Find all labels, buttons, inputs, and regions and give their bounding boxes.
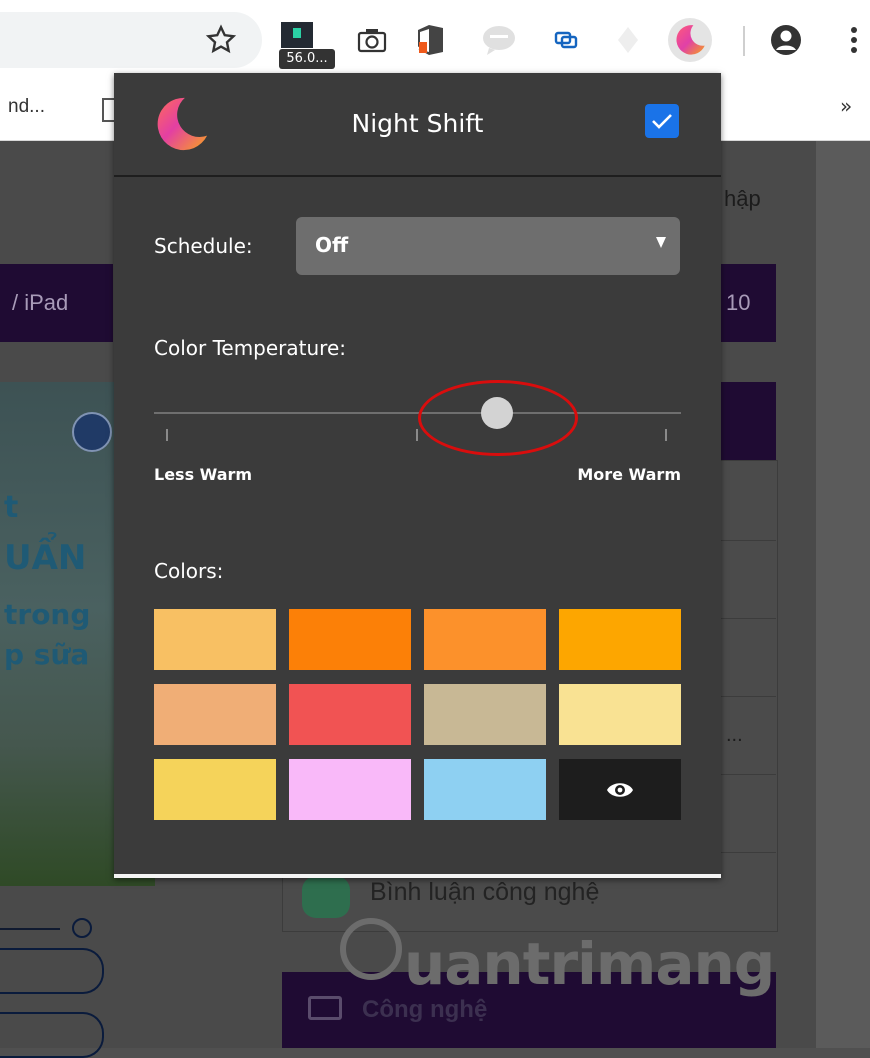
brand-logo [72, 412, 112, 452]
slider-tick [416, 429, 418, 441]
enable-checkbox[interactable] [645, 104, 679, 138]
login-link[interactable]: hập [724, 186, 761, 212]
page-scrollbar-area[interactable] [816, 141, 870, 1048]
eye-icon [607, 782, 633, 797]
ad-text-3: trong [4, 598, 91, 631]
watermark-text: uantrimang [404, 930, 775, 998]
night-shift-popup: Night Shift Schedule: Off Color Temperat… [114, 73, 721, 878]
less-warm-label: Less Warm [154, 465, 253, 484]
form-input[interactable] [0, 1012, 104, 1058]
schedule-label: Schedule: [154, 234, 253, 258]
ad-text-2: UẨN [4, 538, 87, 578]
slider-thumb[interactable] [480, 397, 513, 429]
monitor-icon [308, 996, 342, 1020]
comment-category-icon [302, 876, 350, 918]
browser-toolbar: 56.0... [0, 0, 870, 72]
popup-header: Night Shift [114, 73, 721, 177]
slider-tick [166, 429, 168, 441]
category-button-label: Công nghệ [362, 996, 488, 1023]
checkmark-icon [652, 114, 672, 129]
info-icon[interactable] [72, 918, 92, 938]
color-swatch[interactable] [424, 609, 546, 670]
watermark-bulb-icon [340, 918, 402, 980]
custom-color-swatch[interactable] [559, 759, 681, 820]
camera-icon[interactable] [352, 20, 392, 60]
bookmark-star-icon[interactable] [203, 22, 239, 58]
schedule-select-value: Off [315, 233, 349, 257]
color-swatch[interactable] [424, 684, 546, 745]
list-item-ellipsis[interactable]: ... [726, 724, 743, 747]
profile-avatar-icon[interactable] [766, 20, 806, 60]
color-swatch[interactable] [154, 609, 276, 670]
color-swatch[interactable] [154, 684, 276, 745]
colors-label: Colors: [154, 559, 224, 583]
extension-badge: 56.0... [279, 49, 335, 69]
form-input[interactable] [0, 948, 104, 994]
color-swatch[interactable] [154, 759, 276, 820]
office-icon[interactable] [410, 20, 450, 60]
color-temperature-label: Color Temperature: [154, 336, 347, 360]
form-underline [0, 928, 60, 930]
ad-text-4: p sữa [4, 638, 90, 671]
color-swatch[interactable] [289, 759, 411, 820]
link-icon[interactable] [546, 20, 586, 60]
browser-menu-icon[interactable] [834, 20, 870, 60]
diamond-icon[interactable] [608, 20, 648, 60]
color-swatch[interactable] [289, 684, 411, 745]
dropdown-arrow-icon [656, 237, 666, 248]
list-item-comment[interactable]: Bình luận công nghệ [370, 878, 599, 907]
more-warm-label: More Warm [577, 465, 681, 484]
color-swatch-grid [154, 609, 681, 820]
sidebar-header [720, 382, 776, 460]
color-swatch[interactable] [559, 684, 681, 745]
toolbar-divider [743, 26, 745, 56]
ad-text-1: t [4, 490, 19, 525]
slider-tick [665, 429, 667, 441]
popup-title: Night Shift [351, 109, 484, 138]
bookmark-item[interactable]: nd... [8, 96, 45, 118]
nav-item-ipad[interactable]: / iPad [12, 290, 68, 316]
chat-bubble-icon[interactable] [479, 20, 519, 60]
nav-item-10[interactable]: 10 [726, 290, 750, 316]
night-shift-extension-button[interactable] [668, 18, 712, 62]
color-swatch[interactable] [289, 609, 411, 670]
bookmarks-overflow-button[interactable]: » [840, 94, 852, 118]
color-temperature-slider[interactable] [154, 395, 681, 441]
slider-track [154, 412, 681, 414]
color-swatch[interactable] [559, 609, 681, 670]
color-swatch[interactable] [424, 759, 546, 820]
schedule-select[interactable]: Off [296, 217, 680, 275]
night-shift-moon-icon [676, 25, 705, 55]
